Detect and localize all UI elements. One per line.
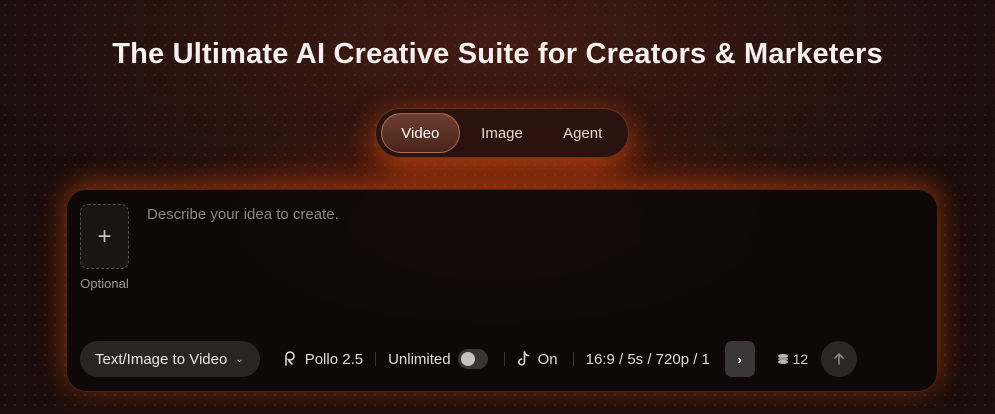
tiktok-option[interactable]: On: [517, 351, 558, 368]
settings-label: 16:9 / 5s / 720p / 1: [585, 350, 710, 368]
divider: [375, 352, 377, 366]
credits-count: 12: [792, 351, 809, 367]
upload-caption: Optional: [80, 276, 129, 291]
prompt-panel: + Optional Text/Image to Video ⌄ Pollo 2…: [66, 189, 938, 392]
unlimited-option: Unlimited: [388, 349, 488, 369]
tiktok-icon: [517, 351, 529, 366]
submit-button[interactable]: [821, 341, 858, 377]
tab-video[interactable]: Video: [381, 113, 460, 153]
divider: [572, 352, 574, 366]
toggle-knob: [460, 352, 475, 366]
chevron-right-icon: ›: [737, 351, 742, 367]
generation-settings[interactable]: 16:9 / 5s / 720p / 1: [586, 351, 725, 368]
tab-agent[interactable]: Agent: [542, 113, 623, 153]
coins-icon: [777, 354, 788, 364]
plus-icon: +: [97, 222, 112, 250]
mode-dropdown[interactable]: Text/Image to Video ⌄: [80, 341, 260, 377]
model-label: Pollo 2.5: [304, 350, 364, 368]
unlimited-label: Unlimited: [388, 350, 451, 368]
arrow-up-icon: [834, 353, 845, 365]
prompt-toolbar: Text/Image to Video ⌄ Pollo 2.5 Unlimite…: [80, 341, 926, 377]
pollo-logo-icon: [284, 351, 295, 366]
scroll-right-button[interactable]: ›: [724, 341, 755, 377]
chevron-down-icon: ⌄: [235, 353, 244, 365]
divider: [503, 352, 505, 366]
unlimited-toggle[interactable]: [457, 349, 488, 369]
page-title: The Ultimate AI Creative Suite for Creat…: [112, 38, 883, 70]
tab-image[interactable]: Image: [462, 113, 543, 153]
model-selector[interactable]: Pollo 2.5: [282, 351, 363, 368]
tiktok-label: On: [537, 350, 558, 368]
mode-dropdown-label: Text/Image to Video: [95, 350, 228, 368]
mode-tabs: Video Image Agent: [375, 108, 629, 158]
prompt-input[interactable]: [147, 206, 907, 326]
upload-button[interactable]: +: [80, 204, 129, 269]
credits-indicator: 12: [777, 351, 809, 367]
